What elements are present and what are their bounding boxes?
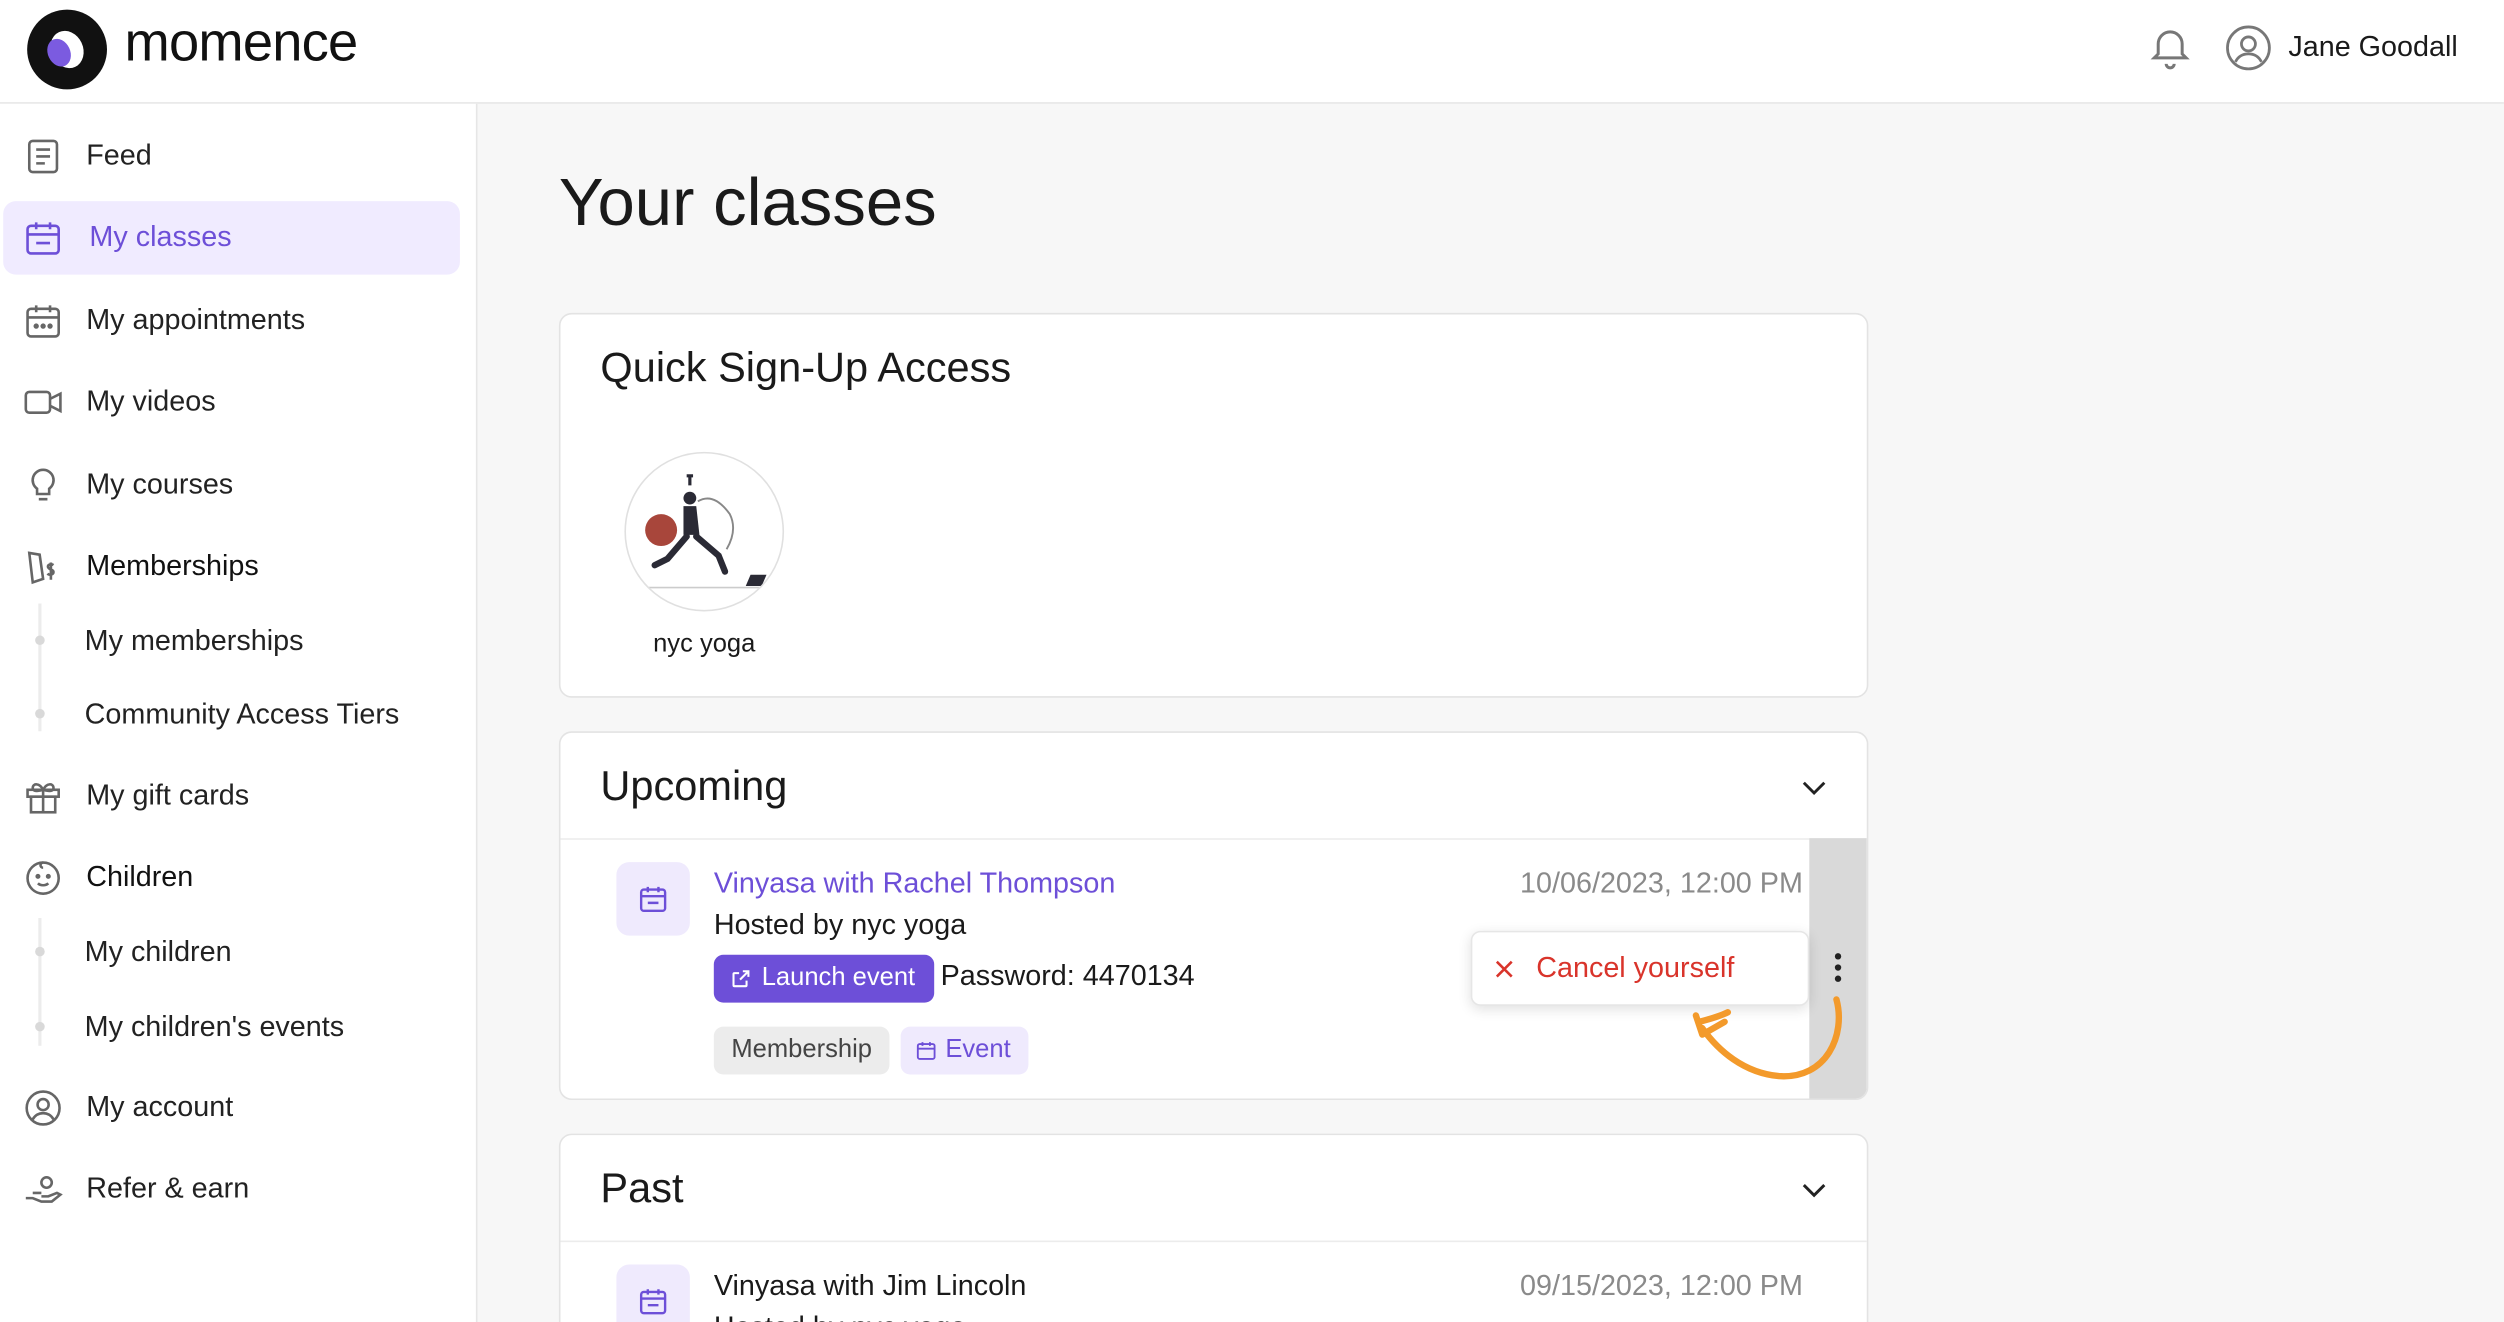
- divider: [560, 838, 1867, 840]
- bell-icon[interactable]: [2146, 22, 2194, 73]
- sidebar-subitem-my-childrens-events[interactable]: My children's events: [0, 995, 460, 1059]
- external-link-icon: [732, 970, 750, 988]
- gift-icon: [26, 783, 60, 814]
- class-icon: [616, 862, 690, 936]
- chevron-down-icon[interactable]: [1797, 1172, 1832, 1207]
- sidebar-item-label: My appointments: [86, 303, 306, 336]
- calendar-icon: [639, 1289, 667, 1315]
- launch-event-button[interactable]: Launch event: [713, 954, 935, 1003]
- momence-logo-icon[interactable]: [27, 9, 107, 90]
- sidebar-subitem-community-access-tiers[interactable]: Community Access Tiers: [0, 682, 460, 746]
- user-circle-icon: [25, 1090, 61, 1126]
- class-title-link[interactable]: Vinyasa with Jim Lincoln: [714, 1269, 1027, 1303]
- sidebar-item-label: My gift cards: [86, 779, 250, 812]
- event-tag: Event: [900, 1026, 1029, 1075]
- sidebar-item-memberships[interactable]: Memberships: [0, 530, 460, 603]
- event-password: Password: 4470134: [940, 959, 1195, 992]
- event-tag-label: Event: [945, 1036, 1011, 1064]
- tree-dot: [35, 708, 45, 719]
- sidebar-item-label: Feed: [86, 138, 152, 171]
- baby-icon: [26, 861, 60, 895]
- membership-tag: Membership: [713, 1026, 890, 1075]
- annotation-arrow-icon: [1692, 996, 1843, 1080]
- page-title: Your classes: [558, 164, 937, 240]
- launch-event-label: Launch event: [761, 964, 916, 992]
- sidebar-item-my-appointments[interactable]: My appointments: [0, 284, 460, 357]
- more-options-icon[interactable]: [1834, 953, 1842, 982]
- sidebar-item-my-courses[interactable]: My courses: [0, 449, 460, 522]
- lightbulb-icon: [31, 468, 55, 501]
- calendar-icon: [639, 886, 667, 913]
- studio-name[interactable]: nyc yoga: [624, 631, 784, 660]
- sidebar-item-label: My videos: [86, 384, 216, 417]
- quick-signup-card: Quick Sign-Up Access nyc yoga: [558, 312, 1869, 698]
- calendar-icon: [916, 1042, 936, 1060]
- sidebar-item-refer-earn[interactable]: Refer & earn: [0, 1153, 460, 1226]
- sidebar-item-my-account[interactable]: My account: [0, 1071, 460, 1144]
- past-heading: Past: [600, 1163, 684, 1212]
- sidebar-item-my-gift-cards[interactable]: My gift cards: [0, 760, 460, 833]
- sidebar-subitem-label: Community Access Tiers: [84, 697, 400, 730]
- class-host: Hosted by nyc yoga: [714, 1311, 966, 1322]
- upcoming-card: Upcoming Vinyasa with Rachel Thompson 10…: [558, 731, 1869, 1101]
- document-icon: [27, 139, 59, 174]
- sidebar-item-label: Children: [86, 860, 194, 893]
- sidebar-item-label: My account: [86, 1090, 234, 1123]
- video-icon: [24, 390, 62, 415]
- tree-dot: [35, 946, 45, 957]
- sidebar: Feed My classes My appointments My video…: [0, 103, 478, 1322]
- sidebar-subitem-my-children[interactable]: My children: [0, 920, 460, 984]
- logo-text[interactable]: momence: [125, 13, 359, 75]
- sidebar-subitem-label: My children's events: [84, 1010, 345, 1043]
- sidebar-item-my-videos[interactable]: My videos: [0, 366, 460, 439]
- past-card: Past Vinyasa with Jim Lincoln 09/15/2023…: [558, 1133, 1869, 1322]
- membership-icon: [27, 551, 55, 585]
- sidebar-subitem-my-memberships[interactable]: My memberships: [0, 608, 460, 672]
- upcoming-heading: Upcoming: [600, 761, 788, 810]
- hand-coin-icon: [25, 1176, 63, 1203]
- calendar-dots-icon: [26, 305, 60, 338]
- user-avatar-icon[interactable]: [2224, 24, 2272, 72]
- class-date: 10/06/2023, 12:00 PM: [1520, 866, 1803, 899]
- user-name[interactable]: Jane Goodall: [2288, 30, 2457, 64]
- class-date: 09/15/2023, 12:00 PM: [1520, 1269, 1803, 1302]
- sidebar-item-label: Refer & earn: [86, 1171, 250, 1204]
- calendar-icon: [26, 222, 60, 255]
- yoga-illustration-icon: [641, 474, 770, 589]
- close-icon: [1495, 960, 1513, 978]
- studio-avatar[interactable]: [624, 451, 785, 612]
- cancel-yourself-label: Cancel yourself: [1536, 951, 1735, 984]
- tree-dot: [35, 635, 45, 646]
- sidebar-item-feed[interactable]: Feed: [0, 120, 460, 193]
- sidebar-item-label: My courses: [86, 467, 234, 500]
- tree-dot: [35, 1021, 45, 1032]
- class-icon: [616, 1264, 690, 1322]
- sidebar-item-label: My classes: [89, 220, 232, 253]
- sidebar-subitem-label: My children: [84, 935, 232, 968]
- sidebar-item-children[interactable]: Children: [0, 841, 460, 914]
- sidebar-item-label: Memberships: [86, 549, 259, 582]
- chevron-down-icon[interactable]: [1797, 770, 1832, 805]
- class-title-link[interactable]: Vinyasa with Rachel Thompson: [714, 867, 1116, 901]
- top-bar: momence Jane Goodall: [0, 0, 2504, 104]
- divider: [560, 1240, 1867, 1243]
- quick-signup-heading: Quick Sign-Up Access: [600, 343, 1012, 392]
- sidebar-item-my-classes[interactable]: My classes: [3, 201, 460, 275]
- class-host: Hosted by nyc yoga: [713, 908, 967, 941]
- sidebar-subitem-label: My memberships: [84, 624, 304, 657]
